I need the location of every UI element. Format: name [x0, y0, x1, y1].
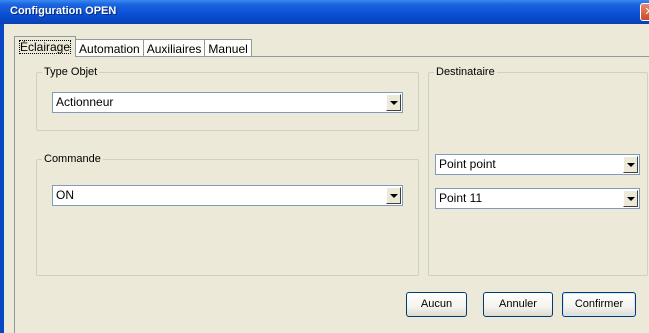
destinataire-label: Destinataire — [434, 66, 497, 78]
title-bar[interactable]: Configuration OPEN ✕ — [0, 0, 649, 24]
commande-select[interactable]: ON — [52, 185, 403, 206]
chevron-down-icon — [390, 194, 398, 198]
commande-dropdown-button[interactable] — [386, 187, 401, 204]
tab-auxiliaires[interactable]: Auxiliaires — [142, 39, 206, 57]
tab-eclairage-label: Éclairage — [19, 40, 72, 54]
destinataire-point-dropdown-button[interactable] — [623, 190, 638, 207]
annuler-button[interactable]: Annuler — [483, 292, 553, 317]
commande-group: Commande — [36, 153, 419, 276]
destinataire-mode-select[interactable]: Point point — [435, 154, 640, 175]
configuration-dialog: Configuration OPEN ✕ Éclairage Automatio… — [0, 0, 649, 333]
type-objet-dropdown-button[interactable] — [386, 94, 401, 111]
tab-automation[interactable]: Automation — [75, 39, 144, 57]
destinataire-point-select[interactable]: Point 11 — [435, 188, 640, 209]
tab-strip: Éclairage Automation Auxiliaires Manuel — [14, 35, 252, 57]
destinataire-mode-value: Point point — [439, 157, 496, 171]
destinataire-mode-dropdown-button[interactable] — [623, 156, 638, 173]
commande-value: ON — [56, 188, 74, 202]
chevron-down-icon — [627, 163, 635, 167]
tab-eclairage[interactable]: Éclairage — [14, 36, 77, 57]
type-objet-label: Type Objet — [42, 66, 100, 78]
destinataire-point-value: Point 11 — [439, 191, 483, 205]
commande-label: Commande — [42, 153, 103, 165]
tab-manuel[interactable]: Manuel — [204, 39, 252, 57]
confirmer-button[interactable]: Confirmer — [562, 292, 636, 317]
aucun-button[interactable]: Aucun — [406, 292, 467, 317]
type-objet-value: Actionneur — [56, 95, 114, 109]
window-title: Configuration OPEN — [10, 5, 117, 17]
window-border — [0, 24, 4, 333]
close-icon[interactable]: ✕ — [640, 3, 649, 21]
type-objet-select[interactable]: Actionneur — [52, 92, 403, 113]
chevron-down-icon — [627, 197, 635, 201]
chevron-down-icon — [390, 101, 398, 105]
